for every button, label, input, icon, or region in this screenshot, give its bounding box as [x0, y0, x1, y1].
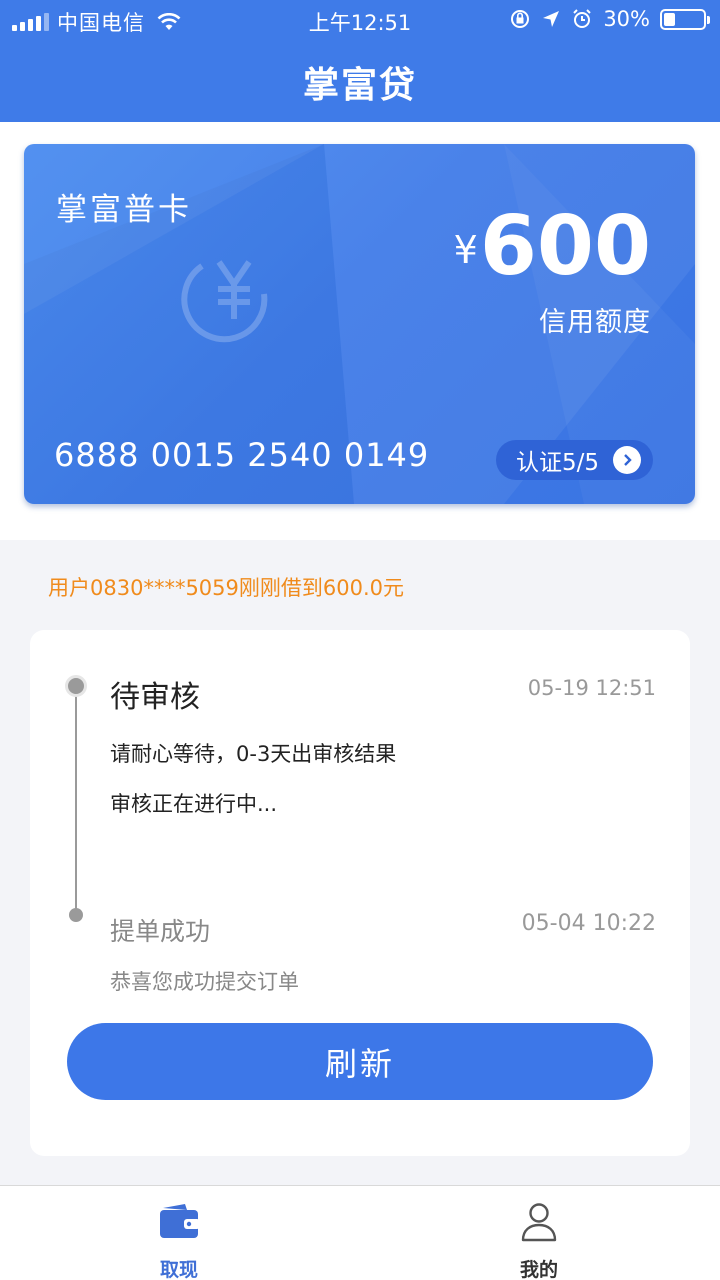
rotation-lock-icon [511, 10, 530, 28]
credit-amount-value: 600 [479, 199, 651, 294]
status-title-submitted: 提单成功 [110, 917, 211, 946]
alarm-icon [573, 9, 592, 28]
credit-card[interactable]: 掌富普卡 ¥ 600 信用额度 6888 0015 2540 0149 认证5/… [24, 144, 695, 504]
header: 中国电信 上午12:51 30% 掌富贷 [0, 0, 720, 122]
status-title-pending: 待审核 [110, 680, 200, 715]
status-time-pending: 05-19 12:51 [527, 676, 656, 700]
status-bar: 中国电信 上午12:51 30% [0, 0, 720, 40]
status-desc-pending-1: 请耐心等待，0-3天出审核结果 [110, 742, 397, 766]
tab-withdraw-label: 取现 [159, 1259, 198, 1280]
card-section: 掌富普卡 ¥ 600 信用额度 6888 0015 2540 0149 认证5/… [0, 122, 720, 540]
certification-label: 认证5/5 [515, 450, 599, 476]
battery-icon [660, 8, 710, 30]
credit-limit-label: 信用额度 [539, 307, 651, 338]
app-title: 掌富贷 [302, 65, 417, 106]
tab-withdraw[interactable]: 取现 [79, 1186, 279, 1280]
status-time-submitted: 05-04 10:22 [521, 911, 656, 936]
status-desc-submitted: 恭喜您成功提交订单 [110, 970, 299, 994]
refresh-button[interactable]: 刷新 [67, 1023, 653, 1100]
tab-mine-label: 我的 [519, 1259, 558, 1280]
chevron-right-icon [613, 446, 641, 474]
timeline-dot-current [65, 675, 87, 697]
battery-percent: 30% [603, 7, 650, 31]
review-status-panel: 待审核 05-19 12:51 请耐心等待，0-3天出审核结果 审核正在进行中.… [30, 630, 690, 1156]
card-name: 掌富普卡 [56, 192, 192, 228]
certification-button[interactable]: 认证5/5 [495, 440, 653, 480]
currency-symbol: ¥ [453, 228, 478, 272]
tab-bar: 取现 我的 [0, 1185, 720, 1280]
wallet-icon [160, 1204, 200, 1238]
card-number: 6888 0015 2540 0149 [54, 436, 430, 474]
tab-mine[interactable]: 我的 [439, 1186, 639, 1280]
timeline-dot-past [69, 908, 83, 922]
location-icon [543, 11, 560, 27]
timeline-line [75, 685, 77, 915]
loan-notice: 用户0830****5059刚刚借到600.0元 [48, 576, 405, 600]
user-icon [521, 1203, 557, 1242]
credit-amount: ¥ 600 [454, 206, 651, 288]
status-desc-pending-2: 审核正在进行中... [110, 792, 278, 816]
